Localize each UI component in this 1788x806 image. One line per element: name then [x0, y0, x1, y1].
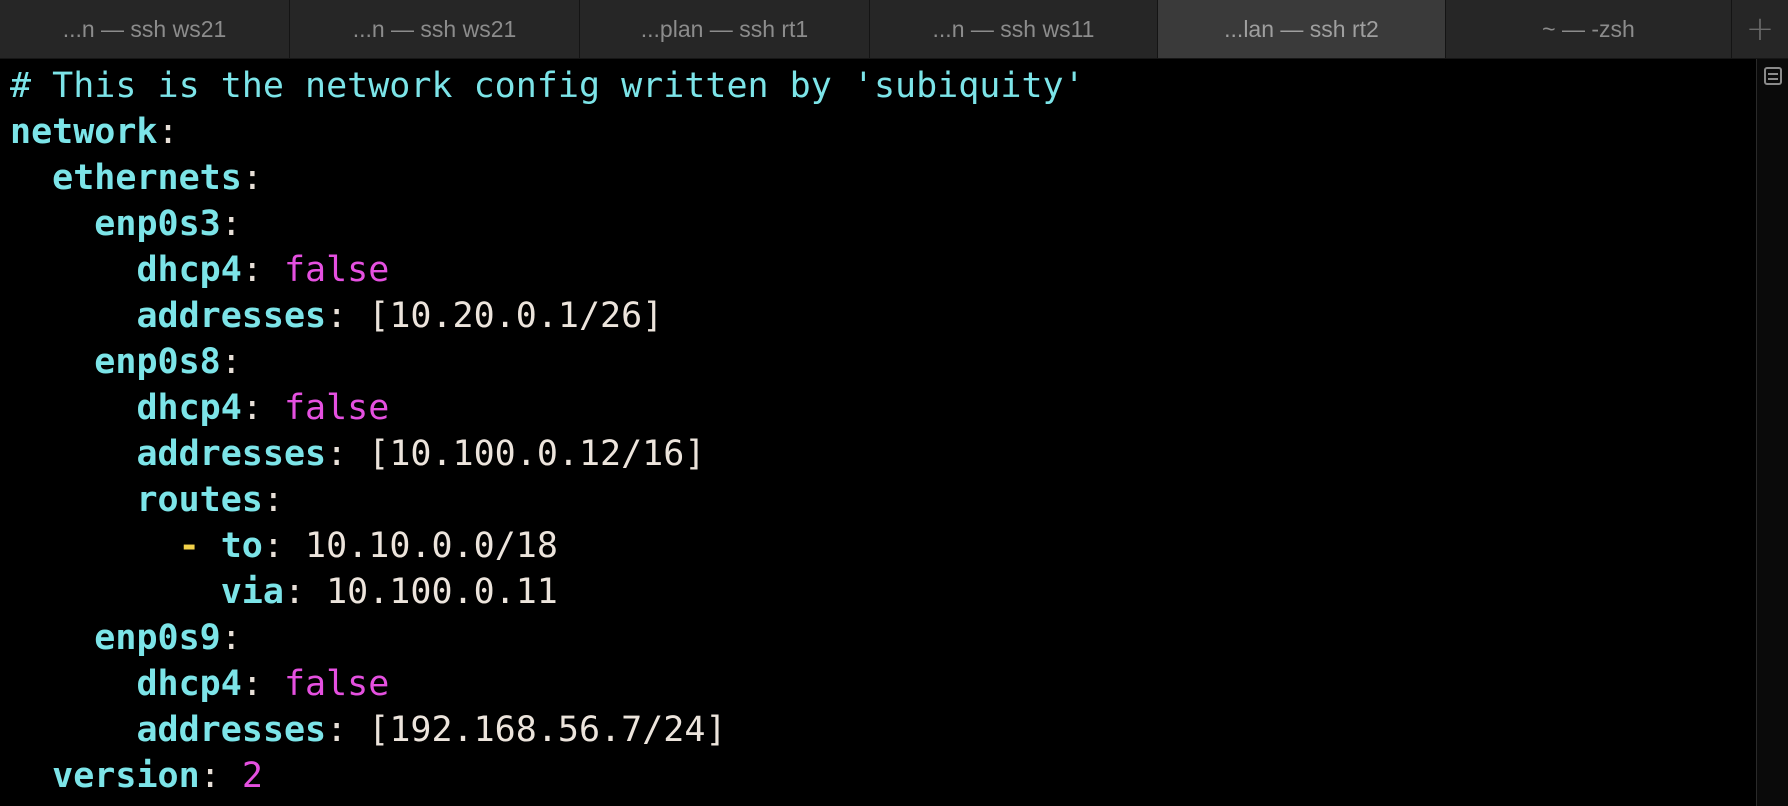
terminal-line: dhcp4: false [10, 385, 1756, 431]
terminal-line: enp0s3: [10, 201, 1756, 247]
tab-ssh-ws21-1[interactable]: ...n — ssh ws21 [0, 0, 290, 58]
key-separator: : [241, 158, 263, 198]
key-separator: : [157, 112, 179, 152]
key-separator: : [241, 388, 284, 428]
terminal-output[interactable]: # This is the network config written by … [0, 59, 1756, 806]
yaml-value: [10.20.0.1/26] [368, 296, 664, 336]
terminal-line: ethernets: [10, 155, 1756, 201]
terminal-line: enp0s8: [10, 339, 1756, 385]
yaml-key: addresses [136, 296, 327, 336]
tab-label: ...lan — ssh rt2 [1224, 15, 1379, 42]
tab-label: ...plan — ssh rt1 [640, 15, 809, 42]
tab-label: ...n — ssh ws11 [932, 15, 1095, 42]
key-separator: : [220, 204, 242, 244]
split-pane-icon[interactable] [1764, 67, 1782, 85]
terminal-line: version: 2 [10, 753, 1756, 799]
key-separator: : [241, 664, 284, 704]
yaml-key: to [220, 526, 263, 566]
terminal-window: ...n — ssh ws21 ...n — ssh ws21 ...plan … [0, 0, 1788, 806]
terminal-line: addresses: [192.168.56.7/24] [10, 707, 1756, 753]
yaml-boolean: false [283, 388, 390, 428]
yaml-key: ethernets [52, 158, 242, 198]
terminal-line: dhcp4: false [10, 661, 1756, 707]
key-separator: : [241, 250, 284, 290]
tab-bar: ...n — ssh ws21 ...n — ssh ws21 ...plan … [0, 0, 1788, 59]
yaml-value: [10.100.0.12/16] [368, 434, 706, 474]
yaml-number: 2 [241, 756, 263, 796]
tab-zsh[interactable]: ~ — -zsh [1446, 0, 1732, 58]
key-separator: : [326, 434, 369, 474]
key-separator: : [326, 710, 369, 750]
yaml-key: dhcp4 [136, 250, 242, 290]
yaml-key: enp0s9 [94, 618, 221, 658]
terminal-line: routes: [10, 477, 1756, 523]
terminal-line: via: 10.100.0.11 [10, 569, 1756, 615]
key-separator: : [326, 296, 369, 336]
key-separator: : [199, 756, 242, 796]
terminal-line: dhcp4: false [10, 247, 1756, 293]
tab-ssh-ws11[interactable]: ...n — ssh ws11 [870, 0, 1158, 58]
terminal-line: - to: 10.10.0.0/18 [10, 523, 1756, 569]
yaml-key: version [52, 756, 200, 796]
key-separator: : [262, 526, 306, 566]
yaml-key: dhcp4 [136, 664, 242, 704]
yaml-value: 10.100.0.11 [326, 572, 558, 612]
terminal-line: addresses: [10.20.0.1/26] [10, 293, 1756, 339]
key-separator: : [283, 572, 327, 612]
yaml-key: dhcp4 [136, 388, 242, 428]
yaml-value: [192.168.56.7/24] [368, 710, 727, 750]
list-dash: - [178, 526, 221, 566]
yaml-key: via [220, 572, 284, 612]
key-separator: : [220, 342, 242, 382]
yaml-key: enp0s8 [94, 342, 221, 382]
key-separator: : [262, 480, 284, 520]
key-separator: : [220, 618, 242, 658]
terminal-line: # This is the network config written by … [10, 63, 1756, 109]
tab-label: ...n — ssh ws21 [352, 15, 517, 42]
yaml-value: 10.10.0.0/18 [305, 526, 558, 566]
tab-label: ...n — ssh ws21 [62, 15, 227, 42]
yaml-key: enp0s3 [94, 204, 221, 244]
tab-ssh-ws21-2[interactable]: ...n — ssh ws21 [290, 0, 580, 58]
tab-label: ~ — -zsh [1542, 15, 1635, 42]
tab-ssh-rt1[interactable]: ...plan — ssh rt1 [580, 0, 870, 58]
yaml-key: network [10, 112, 158, 152]
yaml-key: addresses [136, 434, 327, 474]
yaml-boolean: false [283, 664, 390, 704]
terminal-line: addresses: [10.100.0.12/16] [10, 431, 1756, 477]
yaml-key: addresses [136, 710, 327, 750]
terminal-line: enp0s9: [10, 615, 1756, 661]
tab-ssh-rt2[interactable]: ...lan — ssh rt2 [1158, 0, 1446, 58]
plus-icon: + [1745, 9, 1775, 49]
new-tab-button[interactable]: + [1732, 0, 1788, 58]
yaml-boolean: false [283, 250, 390, 290]
yaml-comment: # This is the network config written by … [10, 66, 1085, 106]
scrollbar[interactable] [1756, 59, 1788, 806]
terminal-line: network: [10, 109, 1756, 155]
yaml-key: routes [136, 480, 263, 520]
